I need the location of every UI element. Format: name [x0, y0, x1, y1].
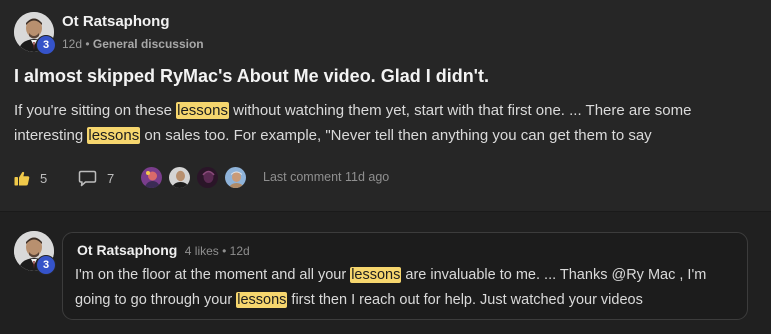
divider: [0, 211, 771, 212]
participant-photo: [141, 167, 162, 188]
post-body[interactable]: If you're sitting on these lessons witho…: [14, 98, 764, 148]
participant-avatar[interactable]: [168, 166, 191, 189]
commenter-level-badge: 3: [36, 255, 56, 275]
search-highlight: lessons: [87, 127, 141, 144]
participant-photo: [225, 167, 246, 188]
comment-meta: 4 likes • 12d: [184, 244, 250, 258]
author-level-badge: 3: [36, 35, 56, 55]
comment-icon: [78, 170, 97, 186]
like-button[interactable]: 5: [14, 165, 47, 191]
author-name[interactable]: Ot Ratsaphong: [62, 13, 170, 30]
post-age: 12d: [62, 37, 83, 51]
comment-body[interactable]: I'm on the floor at the moment and all y…: [75, 263, 740, 313]
participant-avatar[interactable]: [224, 166, 247, 189]
commenter-name[interactable]: Ot Ratsaphong: [77, 242, 177, 258]
text-segment: first then I reach out for help. Just wa…: [287, 292, 643, 308]
post-category[interactable]: General discussion: [93, 37, 204, 51]
post-meta: 12d • General discussion: [62, 37, 204, 51]
post-card: 3 Ot Ratsaphong 12d • General discussion…: [0, 0, 771, 211]
search-highlight: lessons: [236, 292, 288, 308]
participant-avatar[interactable]: [140, 166, 163, 189]
text-segment: I'm on the floor at the moment and all y…: [75, 267, 351, 283]
text-segment: on sales too. For example, "Never tell t…: [140, 127, 652, 144]
participant-photo: [169, 167, 190, 188]
like-count: 5: [40, 170, 48, 186]
thumbs-up-icon: [14, 171, 30, 185]
participant-photo: [197, 167, 218, 188]
text-segment: If you're sitting on these: [14, 102, 177, 119]
participant-avatar[interactable]: [196, 166, 219, 189]
post-actions: 5 7 Last comment 11d ago: [14, 165, 754, 191]
post-title[interactable]: I almost skipped RyMac's About Me video.…: [14, 66, 489, 87]
comment-bubble: Ot Ratsaphong 4 likes • 12d I'm on the f…: [62, 232, 748, 320]
comment-header: Ot Ratsaphong 4 likes • 12d: [77, 242, 250, 260]
search-highlight: lessons: [350, 267, 402, 283]
search-highlight: lessons: [176, 102, 229, 119]
last-comment-time: Last comment 11d ago: [263, 170, 390, 184]
meta-separator: •: [85, 37, 90, 51]
comment-button[interactable]: 7: [78, 165, 114, 191]
comment-count: 7: [107, 170, 115, 186]
